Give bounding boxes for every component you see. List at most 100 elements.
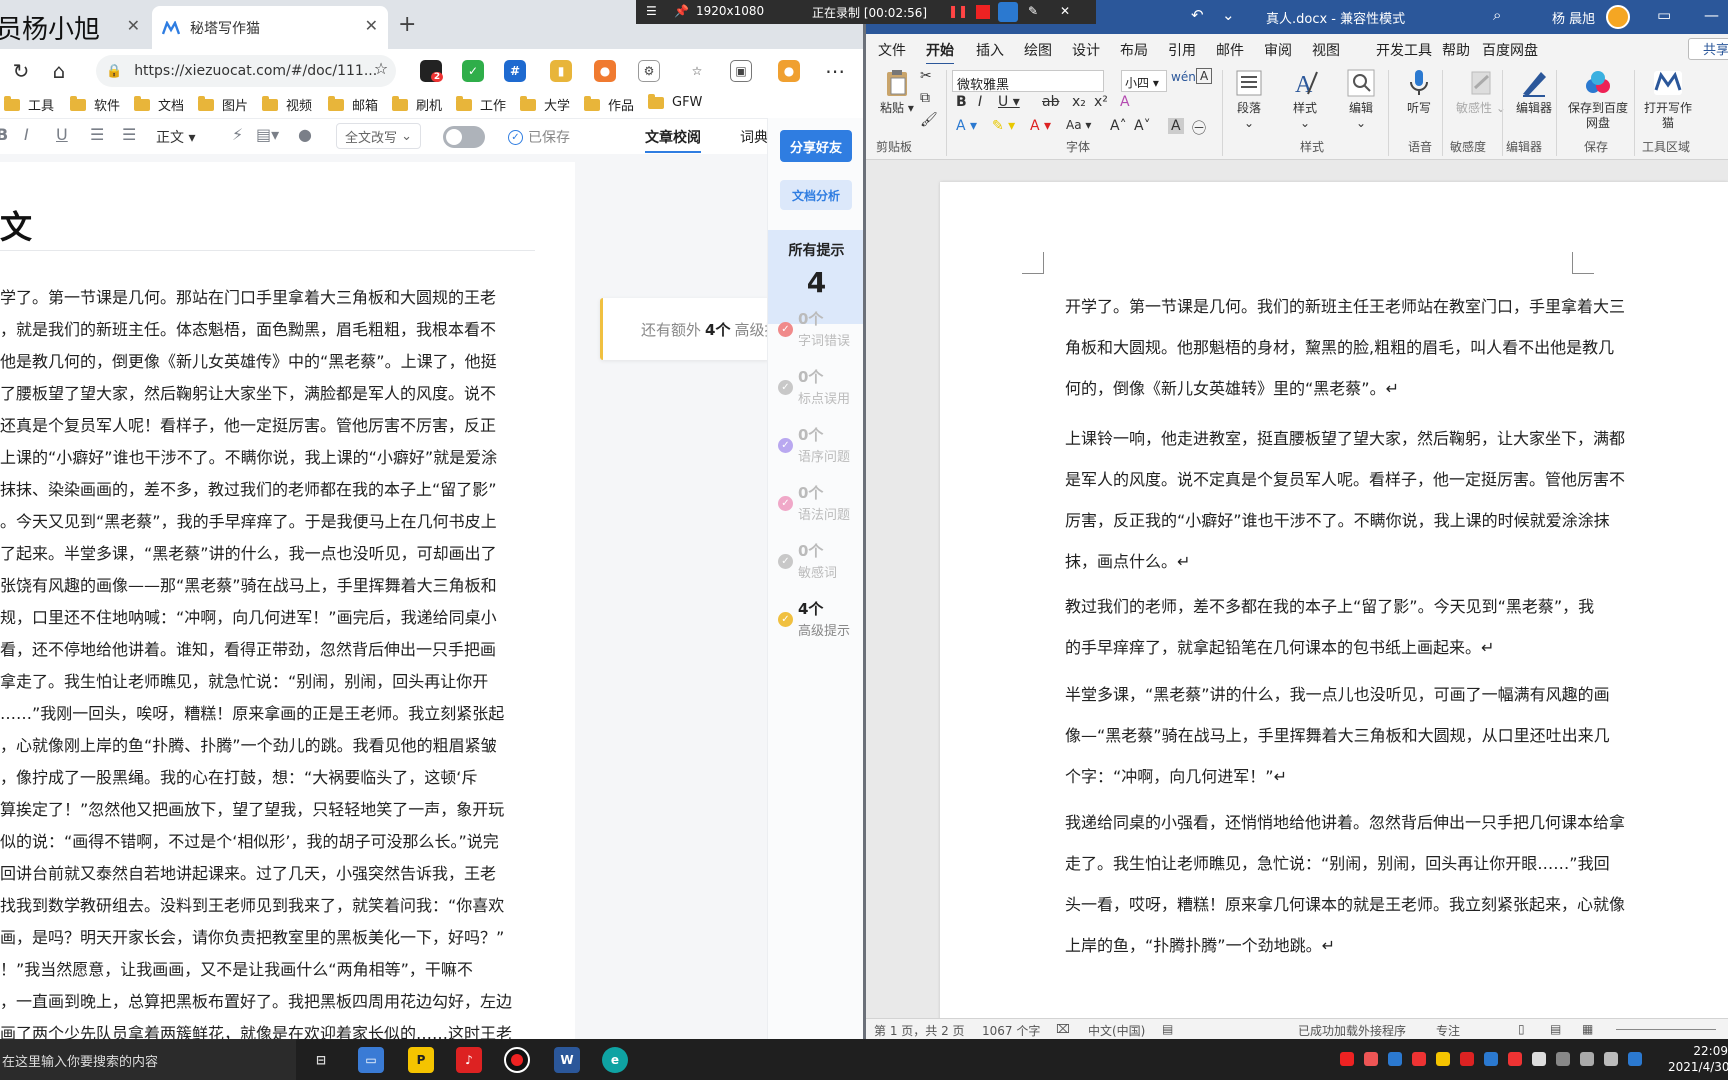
cut-icon[interactable]: ✂	[920, 68, 932, 84]
bookmark-folder[interactable]: 工作	[456, 95, 506, 114]
dictate-button[interactable]: 听写	[1404, 68, 1434, 116]
document-line[interactable]: 找我到数学教研组去。没料到王老师见到我来了，就笑着问我：“你喜欢	[0, 890, 535, 922]
tray-icon[interactable]	[1436, 1052, 1450, 1066]
language-indicator[interactable]: 中文(中国)	[1088, 1022, 1145, 1039]
document-line[interactable]: 拿走了。我生怕让老师瞧见，就急忙说：“别闹，别闹，回头再让你开	[0, 666, 535, 698]
word-line[interactable]: 上岸的鱼，“扑腾扑腾”一个劲地跳。↵	[1065, 925, 1625, 966]
document-line[interactable]: 画了两个少先队员拿着两簇鲜花，就像是在欢迎着家长似的……这时王老	[0, 1018, 535, 1039]
word-line[interactable]: 上课铃一响，他走进教室，挺直腰板望了望大家，然后鞠躬，让大家坐下，满都	[1065, 418, 1625, 459]
puzzle-icon[interactable]: ⚙	[638, 60, 660, 82]
document-line[interactable]: ！”我当然愿意，让我画画，又不是让我画什么“两角相等”，干嘛不	[0, 954, 535, 986]
styles-button[interactable]: A 样式 ⌄	[1290, 68, 1320, 131]
document-analysis-button[interactable]: 文档分析	[780, 180, 852, 210]
italic-icon[interactable]: I	[978, 94, 982, 110]
word-menu-tab[interactable]: 帮助	[1442, 40, 1470, 60]
font-size-select[interactable]: 小四 ▾	[1121, 70, 1167, 92]
tab-article-review[interactable]: 文章校阅	[645, 127, 701, 153]
bird-extension-icon[interactable]: ●	[594, 60, 616, 82]
url-field[interactable]: 🔒 https://xiezuocat.com/#/doc/111...	[96, 55, 396, 87]
document-line[interactable]: 似的说：“画得不错啊，不过是个‘相似形’，我的胡子可没那么长。”说完	[0, 826, 535, 858]
subscript-icon[interactable]: x₂	[1072, 94, 1086, 110]
word-line[interactable]: 像—“黑老蔡”骑在战马上，手里挥舞着大三角板和大圆规，从口里还吐出来几	[1065, 715, 1625, 756]
paragraph-button[interactable]: 段落 ⌄	[1234, 68, 1264, 131]
bookmark-folder[interactable]: 工具	[4, 95, 54, 114]
truck-extension-icon[interactable]: ▮	[550, 60, 572, 82]
new-tab-button[interactable]: +	[398, 12, 416, 37]
bookmark-folder[interactable]: GFW	[648, 93, 702, 110]
phonetic-guide-icon[interactable]: wén	[1171, 70, 1196, 84]
document-line[interactable]: ，一直画到晚上，总算把黑板布置好了。我把黑板四周用花边勾好，左边	[0, 986, 535, 1018]
zoom-slider[interactable]	[1616, 1029, 1716, 1030]
webcam-icon[interactable]	[998, 2, 1018, 22]
tab-xiezuocat[interactable]: 秘塔写作猫 ✕	[152, 6, 388, 49]
word-line[interactable]: 走了。我生怕让老师瞧见，急忙说：“别闹，别闹，回头再让你开眼……”我回	[1065, 843, 1625, 884]
superscript-icon[interactable]: x²	[1094, 94, 1108, 110]
document-line[interactable]: 了腰板望了望大家，然后鞠躬让大家坐下，满脸都是军人的风度。说不	[0, 378, 535, 410]
close-icon[interactable]: ✕	[127, 16, 140, 35]
tray-icon[interactable]	[1484, 1052, 1498, 1066]
focus-mode[interactable]: 专注	[1436, 1022, 1460, 1039]
task-view-icon[interactable]: ⊟	[308, 1047, 334, 1073]
collections-icon[interactable]: ▣	[730, 60, 752, 82]
document-line[interactable]: 回讲台前就又泰然自若地讲起课来。过了几天，小强突然告诉我，王老	[0, 858, 535, 890]
document-line[interactable]: ，像拧成了一股黑绳。我的心在打鼓，想：“大祸要临头了，这顿‘斥	[0, 762, 535, 794]
shield-icon[interactable]: ✓	[462, 60, 484, 82]
pen-icon[interactable]: ✎	[1028, 4, 1038, 18]
word-menu-tab[interactable]: 开发工具	[1376, 40, 1432, 60]
editor-button[interactable]: 编辑器	[1516, 68, 1552, 116]
word-line[interactable]: 半堂多课，“黑老蔡”讲的什么，我一点儿也没听见，可画了一幅满有风趣的画	[1065, 674, 1625, 715]
word-menu-tab[interactable]: 开始	[926, 40, 954, 66]
tray-icon[interactable]	[1460, 1052, 1474, 1066]
document-line[interactable]: 他是教几何的，倒更像《新儿女英雄传》中的“黑老蔡”。上课了，他挺	[0, 346, 535, 378]
word-paragraph[interactable]: 我递给同桌的小强看，还悄悄地给他讲着。忽然背后伸出一只手把几何课本给拿 走了。我生…	[1065, 802, 1625, 966]
copy-icon[interactable]: ⧉	[920, 90, 930, 106]
bold-icon[interactable]: B	[0, 125, 8, 144]
document-line[interactable]: ，心就像刚上岸的鱼“扑腾、扑腾”一个劲儿的跳。我看见他的粗眉紧皱	[0, 730, 535, 762]
extra-hint-notice[interactable]: 还有额外 4个 高级提示	[600, 298, 770, 360]
input-method-icon[interactable]	[1604, 1052, 1618, 1066]
ordered-list-icon[interactable]: ☰	[90, 125, 104, 144]
document-body[interactable]: 学了。第一节课是几何。那站在门口手里拿着大三角板和大圆规的王老 ，就是我们的新班主…	[0, 282, 535, 1039]
word-paragraph[interactable]: 上课铃一响，他走进教室，挺直腰板望了望大家，然后鞠躬，让大家坐下，满都 是军人的风…	[1065, 418, 1625, 582]
word-menu-tab[interactable]: 绘图	[1024, 40, 1052, 60]
enclose-char-icon[interactable]: ㊀	[1192, 118, 1206, 138]
bold-icon[interactable]: B	[956, 94, 967, 110]
bullet-list-icon[interactable]: ☰	[122, 125, 136, 144]
word-line[interactable]: 开学了。第一节课是几何。我们的新班主任王老师站在教室门口，手里拿着大三	[1065, 286, 1625, 327]
hash-extension-icon[interactable]: #	[504, 60, 526, 82]
stop-icon[interactable]	[976, 5, 990, 19]
search-icon[interactable]: ⌕	[1493, 6, 1501, 24]
document-line[interactable]: 还真是个复员军人呢！看样子，他一定挺厉害。管他厉害不厉害，反正	[0, 410, 535, 442]
document-line[interactable]: ……”我刚一回头，唉呀，糟糕！原来拿画的正是王老师。我立刻紧张起	[0, 698, 535, 730]
toggle-switch[interactable]	[443, 126, 485, 148]
strikethrough-icon[interactable]: ab	[1042, 94, 1059, 110]
tab-user-page[interactable]: 员杨小旭 ✕	[0, 6, 148, 49]
recorder-app-icon[interactable]	[504, 1047, 530, 1073]
print-layout-icon[interactable]: ▤	[1550, 1022, 1561, 1036]
word-line[interactable]: 的手早痒痒了，就拿起铅笔在几何课本的包书纸上画起来。↵	[1065, 627, 1625, 668]
hint-category[interactable]: ✓ 0个 语法问题	[778, 482, 864, 532]
proofing-icon[interactable]: ⌧	[1056, 1022, 1070, 1036]
accessibility-icon[interactable]: ▤	[1162, 1022, 1173, 1036]
read-mode-icon[interactable]: ▯	[1518, 1022, 1525, 1036]
customize-qat-icon[interactable]: ⌄	[1222, 6, 1235, 24]
underline-icon[interactable]: U ▾	[998, 94, 1020, 110]
document-line[interactable]: 上课的“小癖好”谁也干涉不了。不瞒你说，我上课的“小癖好”就是爱涂	[0, 442, 535, 474]
font-name-select[interactable]: 微软雅黑	[952, 70, 1104, 93]
editing-button[interactable]: 编辑 ⌄	[1346, 68, 1376, 131]
char-border-icon[interactable]: A	[1196, 68, 1213, 84]
word-menu-tab[interactable]: 文件	[878, 40, 906, 60]
tray-icon[interactable]	[1532, 1052, 1546, 1066]
favorite-add-icon[interactable]: ☆	[368, 59, 394, 78]
pause-icon[interactable]: ❚❚	[948, 4, 968, 18]
save-to-baidu-button[interactable]: 保存到百度网盘	[1566, 68, 1630, 131]
font-color-icon[interactable]: A ▾	[1030, 118, 1051, 134]
document-title[interactable]: 文	[0, 202, 32, 248]
pdf-app-icon[interactable]: P	[408, 1047, 434, 1073]
word-menu-tab[interactable]: 邮件	[1216, 40, 1244, 60]
document-line[interactable]: 了起来。半堂多课，“黑老蔡”讲的什么，我一点也没听见，可却画出了	[0, 538, 535, 570]
volume-icon[interactable]	[1580, 1052, 1594, 1066]
bookmark-folder[interactable]: 作品	[584, 95, 634, 114]
sensitivity-button[interactable]: 敏感性 ⌄	[1456, 68, 1506, 116]
word-paragraph[interactable]: 半堂多课，“黑老蔡”讲的什么，我一点儿也没听见，可画了一幅满有风趣的画 像—“黑老…	[1065, 674, 1625, 797]
